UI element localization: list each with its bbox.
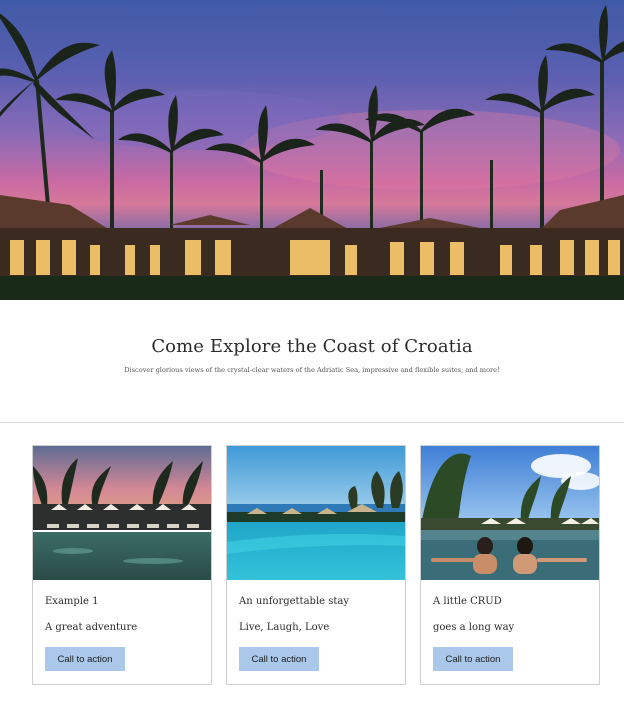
card-text: goes a long way	[433, 622, 515, 633]
card-text: Live, Laugh, Love	[239, 622, 330, 633]
call-to-action-button[interactable]: Call to action	[433, 647, 513, 671]
card-image-resort-pool	[33, 446, 211, 580]
card-text: A great adventure	[45, 622, 138, 633]
page-title: Come Explore the Coast of Croatia	[151, 336, 473, 357]
hero-illustration	[0, 5, 624, 300]
card-title: A little CRUD	[433, 596, 502, 607]
card-unforgettable-stay: An unforgettable stay Live, Laugh, Love …	[226, 445, 406, 685]
call-to-action-button[interactable]: Call to action	[45, 647, 125, 671]
page-subtitle: Discover glorious views of the crystal-c…	[124, 366, 500, 374]
intro-section: Come Explore the Coast of Croatia Discov…	[0, 300, 624, 422]
call-to-action-button[interactable]: Call to action	[239, 647, 319, 671]
card-example-1: Example 1 A great adventure Call to acti…	[32, 445, 212, 685]
card-little-crud: A little CRUD goes a long way Call to ac…	[420, 445, 600, 685]
hero-image	[0, 0, 624, 300]
card-title: An unforgettable stay	[239, 596, 349, 607]
card-title: Example 1	[45, 596, 99, 607]
section-divider	[0, 422, 624, 423]
card-grid: Example 1 A great adventure Call to acti…	[32, 445, 602, 685]
card-image-infinity-pool	[227, 446, 405, 580]
card-image-couple-pool	[421, 446, 599, 580]
